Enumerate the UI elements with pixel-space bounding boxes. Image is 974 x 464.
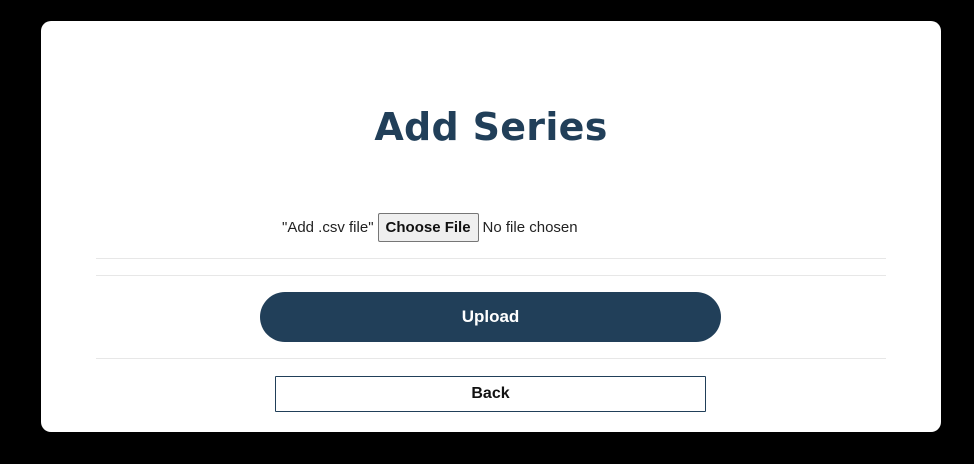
- page-title: Add Series: [374, 105, 608, 149]
- divider: [96, 258, 886, 259]
- divider: [96, 275, 886, 276]
- file-input-row: "Add .csv file" Choose File No file chos…: [282, 212, 578, 243]
- back-button[interactable]: Back: [275, 376, 706, 412]
- file-status-text: No file chosen: [482, 219, 578, 236]
- file-input-label: "Add .csv file": [282, 219, 374, 236]
- upload-button[interactable]: Upload: [260, 292, 721, 342]
- divider: [96, 358, 886, 359]
- add-series-modal: Add Series "Add .csv file" Choose File N…: [41, 21, 941, 432]
- choose-file-button[interactable]: Choose File: [377, 213, 479, 242]
